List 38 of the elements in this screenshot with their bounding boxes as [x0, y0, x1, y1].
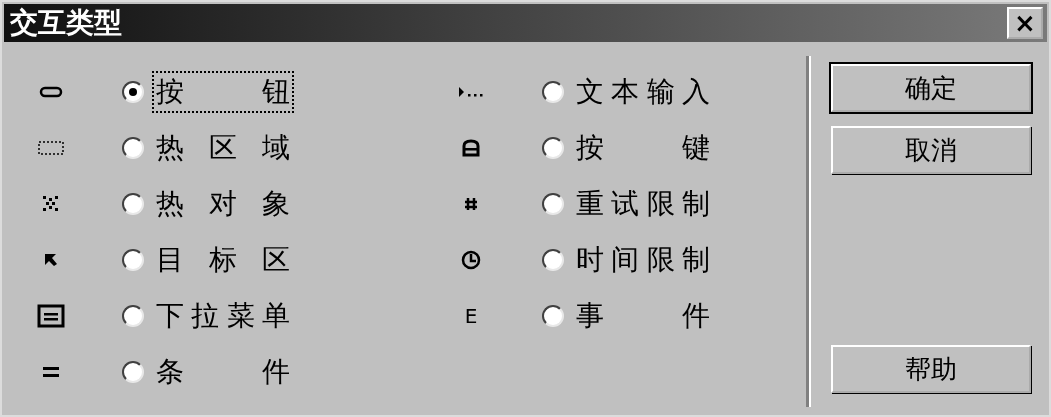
- rounded-rect-icon: [39, 86, 63, 98]
- option-label[interactable]: 热 区 域: [154, 129, 292, 167]
- list-box-icon: [37, 304, 65, 328]
- close-button[interactable]: ×: [1007, 7, 1043, 39]
- option-label[interactable]: 条 件: [154, 353, 292, 391]
- radio-button[interactable]: [542, 305, 564, 327]
- dialog-button[interactable]: 取消: [831, 126, 1031, 174]
- equals-icon: [43, 367, 59, 377]
- dialog-button[interactable]: 确定: [831, 64, 1031, 112]
- dotted-rect-icon: [38, 141, 64, 155]
- arrow-icon: [44, 253, 58, 267]
- radio-button[interactable]: [542, 81, 564, 103]
- option-label[interactable]: 文本输入: [574, 73, 712, 111]
- radio-button[interactable]: [122, 137, 144, 159]
- event-icon: E: [464, 304, 478, 328]
- radio-button[interactable]: [122, 81, 144, 103]
- radio-button[interactable]: [542, 193, 564, 215]
- radio-button[interactable]: [122, 193, 144, 215]
- option-label[interactable]: 事 件: [574, 297, 712, 335]
- option-label[interactable]: 按 钮: [154, 73, 292, 111]
- option-label[interactable]: 按 键: [574, 129, 712, 167]
- window-title: 交互类型: [10, 5, 122, 41]
- option-label[interactable]: 热 对 象: [154, 185, 292, 223]
- radio-button[interactable]: [122, 249, 144, 271]
- option-label[interactable]: 目 标 区: [154, 241, 292, 279]
- key-icon: [461, 139, 481, 157]
- radio-button[interactable]: [542, 137, 564, 159]
- option-label[interactable]: 时间限制: [574, 241, 712, 279]
- option-label[interactable]: 下拉菜单: [154, 297, 292, 335]
- radio-button[interactable]: [122, 305, 144, 327]
- clock-icon: [461, 249, 481, 271]
- option-label[interactable]: 重试限制: [574, 185, 712, 223]
- cursor-dots-icon: [458, 86, 484, 98]
- dots-icon: [42, 195, 60, 213]
- radio-button[interactable]: [122, 361, 144, 383]
- dialog-button[interactable]: 帮助: [831, 345, 1031, 393]
- radio-button[interactable]: [542, 249, 564, 271]
- hash-icon: [464, 197, 478, 211]
